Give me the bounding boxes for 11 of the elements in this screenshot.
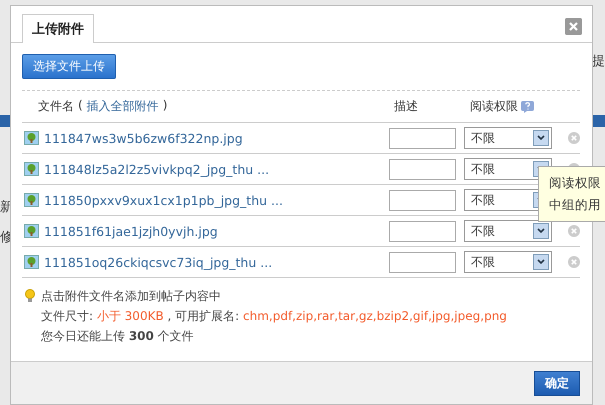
parenthesis: )	[162, 98, 168, 114]
parenthesis: (	[78, 98, 83, 114]
column-header: 文件名	[38, 98, 74, 115]
background-text: 提	[592, 53, 605, 70]
column-header: 阅读权限	[470, 98, 518, 115]
hint-text: 点击附件文件名添加到帖子内容中	[41, 288, 221, 304]
upload-quota-text: 您今日还能上传 300 个文件	[40, 328, 195, 344]
file-size-info: 文件尺寸: 小于 300KB , 可用扩展名: chm,pdf,zip,rar,tar,gz,bzip2,gif,jpg,jpeg,png	[40, 308, 508, 324]
tooltip-text: 中组的用	[549, 196, 602, 214]
tooltip-text: 阅读权限	[549, 174, 602, 192]
column-header: 描述	[394, 99, 418, 113]
